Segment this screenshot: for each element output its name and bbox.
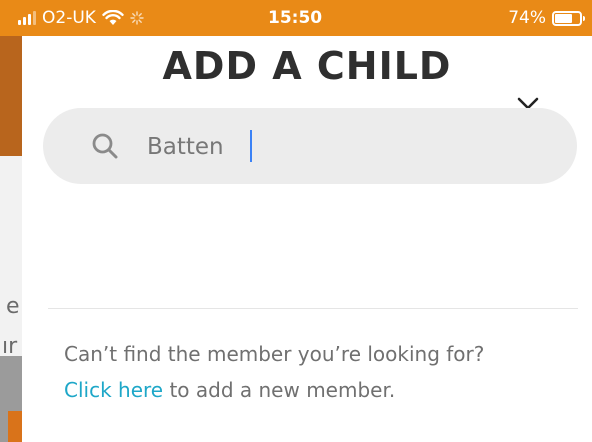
divider <box>48 308 578 309</box>
wifi-icon <box>102 10 124 25</box>
status-right: 74% <box>508 8 585 28</box>
status-time: 15:50 <box>268 8 323 28</box>
background-app-edge: e ır <box>0 36 22 442</box>
search-box[interactable] <box>43 108 577 184</box>
battery-icon <box>552 10 585 26</box>
background-text-fragment: ır <box>2 334 18 359</box>
background-content <box>0 156 22 356</box>
signal-icon <box>18 11 36 25</box>
add-member-link[interactable]: Click here <box>64 378 163 402</box>
status-left: O2-UK <box>18 8 144 28</box>
status-bar: O2-UK 15:50 74% <box>0 0 592 36</box>
battery-percent: 74% <box>508 8 546 28</box>
background-button-edge <box>8 411 22 442</box>
search-icon <box>92 133 118 159</box>
background-text-fragment: e <box>6 294 20 319</box>
modal-title: ADD A CHILD <box>162 44 452 88</box>
search-input[interactable] <box>145 126 529 168</box>
activity-spinner-icon <box>130 11 144 25</box>
add-member-line: Click here to add a new member. <box>64 378 395 402</box>
help-text: Can’t find the member you’re looking for… <box>64 342 485 366</box>
background-header <box>0 36 22 156</box>
carrier-name: O2-UK <box>42 8 96 28</box>
text-caret <box>250 130 252 162</box>
add-child-modal: ADD A CHILD Can’t find the member you’re… <box>22 36 592 442</box>
add-member-suffix: to add a new member. <box>163 378 396 402</box>
